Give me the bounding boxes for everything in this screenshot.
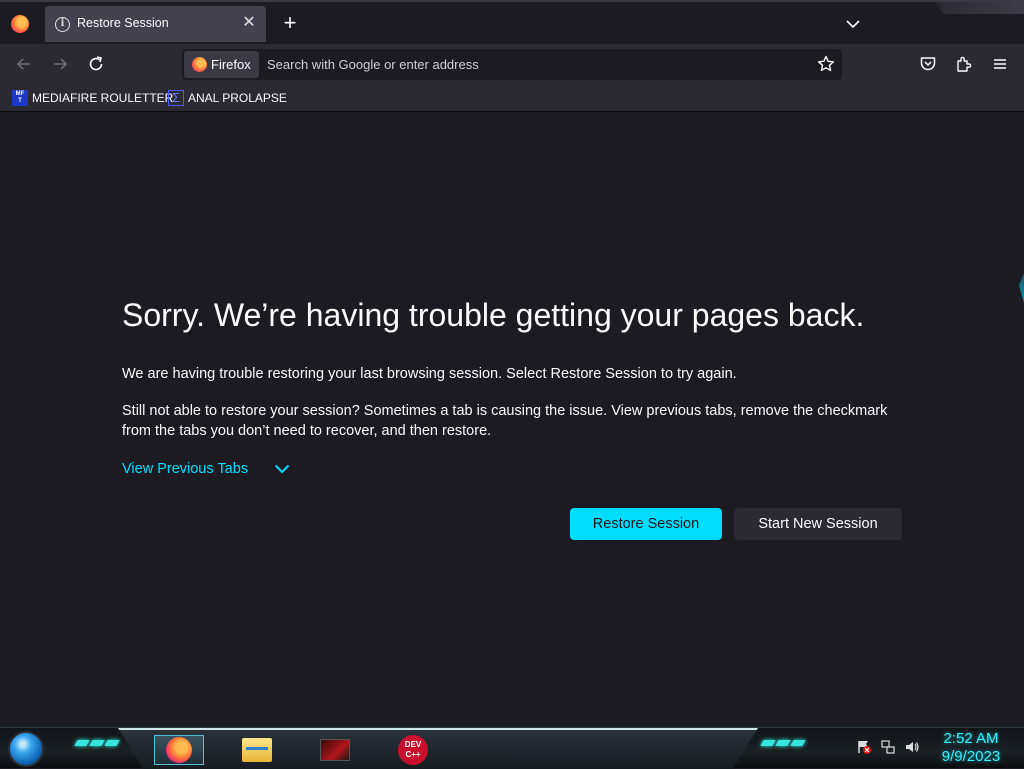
decor-lights-right	[760, 740, 806, 746]
system-tray	[856, 739, 920, 755]
extensions-button[interactable]	[952, 52, 976, 76]
close-tab-icon[interactable]: ✕	[240, 14, 258, 32]
devcpp-icon: DEV C++	[398, 735, 428, 765]
puzzle-icon	[957, 56, 972, 72]
taskbar-apps: DEV C++	[118, 728, 758, 769]
new-tab-button[interactable]: +	[278, 12, 302, 36]
taskbar-firefox[interactable]	[154, 735, 204, 765]
hamburger-menu-icon	[994, 59, 1006, 69]
decor-lights-left	[74, 740, 120, 746]
info-icon: i	[55, 17, 70, 32]
tab-restore-session[interactable]: i Restore Session ✕	[45, 6, 266, 42]
action-center-flag-icon[interactable]	[856, 739, 872, 755]
start-button[interactable]	[8, 731, 44, 767]
url-bar[interactable]: Firefox Search with Google or enter addr…	[182, 49, 842, 80]
taskbar-devcpp[interactable]: DEV C++	[388, 735, 438, 765]
sigma-icon: Σ	[168, 90, 184, 106]
firefox-icon	[166, 737, 192, 763]
volume-icon[interactable]	[904, 739, 920, 755]
view-previous-tabs-label: View Previous Tabs	[122, 461, 249, 477]
navigation-toolbar: Firefox Search with Google or enter addr…	[0, 44, 1024, 84]
bookmark-label: ANAL PROLAPSE	[188, 91, 287, 105]
clock-time: 2:52 AM	[943, 730, 999, 747]
folder-icon	[242, 738, 272, 762]
bookmark-label: MEDIAFIRE ROULETTER	[32, 91, 174, 105]
view-previous-tabs-toggle[interactable]: View Previous Tabs	[122, 461, 290, 477]
firefox-view-icon[interactable]	[11, 15, 29, 33]
arrow-left-icon	[16, 58, 30, 70]
identity-box[interactable]: Firefox	[184, 51, 259, 78]
star-icon	[817, 55, 835, 72]
mediafire-icon: MF T	[12, 90, 28, 106]
app-menu-button[interactable]	[988, 52, 1012, 76]
arrow-right-icon	[54, 58, 68, 70]
taskbar: DEV C++ 2:52 AM 9/9/2023	[0, 727, 1024, 769]
forward-button[interactable]	[46, 50, 74, 78]
reload-button[interactable]	[82, 50, 110, 78]
page-content: Sorry. We’re having trouble getting your…	[0, 113, 1024, 727]
pocket-icon	[920, 57, 936, 71]
url-input[interactable]: Search with Google or enter address	[267, 57, 479, 72]
pocket-button[interactable]	[916, 52, 940, 76]
bookmark-second[interactable]: Σ ANAL PROLAPSE	[168, 89, 287, 107]
taskbar-app[interactable]	[310, 735, 360, 765]
bookmark-mediafire-rouletter[interactable]: MF T MEDIAFIRE ROULETTER	[12, 89, 173, 107]
tab-title: Restore Session	[77, 16, 169, 30]
restore-session-button[interactable]: Restore Session	[570, 508, 722, 540]
reload-icon	[89, 56, 103, 71]
network-icon[interactable]	[880, 739, 896, 755]
edge-indicator	[1019, 273, 1024, 303]
system-clock[interactable]: 2:52 AM 9/9/2023	[930, 730, 1012, 766]
tab-strip: i Restore Session ✕ +	[0, 0, 1024, 44]
start-new-session-button[interactable]: Start New Session	[734, 508, 902, 540]
app-icon	[320, 739, 350, 761]
list-all-tabs-button[interactable]	[843, 14, 863, 34]
help-text: Still not able to restore your session? …	[122, 403, 888, 439]
taskbar-file-explorer[interactable]	[232, 735, 282, 765]
back-button[interactable]	[10, 50, 38, 78]
chevron-down-icon	[846, 20, 860, 29]
identity-label: Firefox	[211, 57, 251, 72]
page-title: Sorry. We’re having trouble getting your…	[122, 297, 865, 333]
clock-date: 9/9/2023	[941, 748, 1001, 765]
bookmark-star-button[interactable]	[816, 54, 836, 74]
window-decoration	[934, 2, 1024, 14]
bookmarks-toolbar: MF T MEDIAFIRE ROULETTER Σ ANAL PROLAPSE	[0, 84, 1024, 112]
chevron-down-icon	[274, 464, 290, 474]
description-text: We are having trouble restoring your las…	[122, 366, 737, 382]
firefox-icon	[192, 57, 207, 72]
